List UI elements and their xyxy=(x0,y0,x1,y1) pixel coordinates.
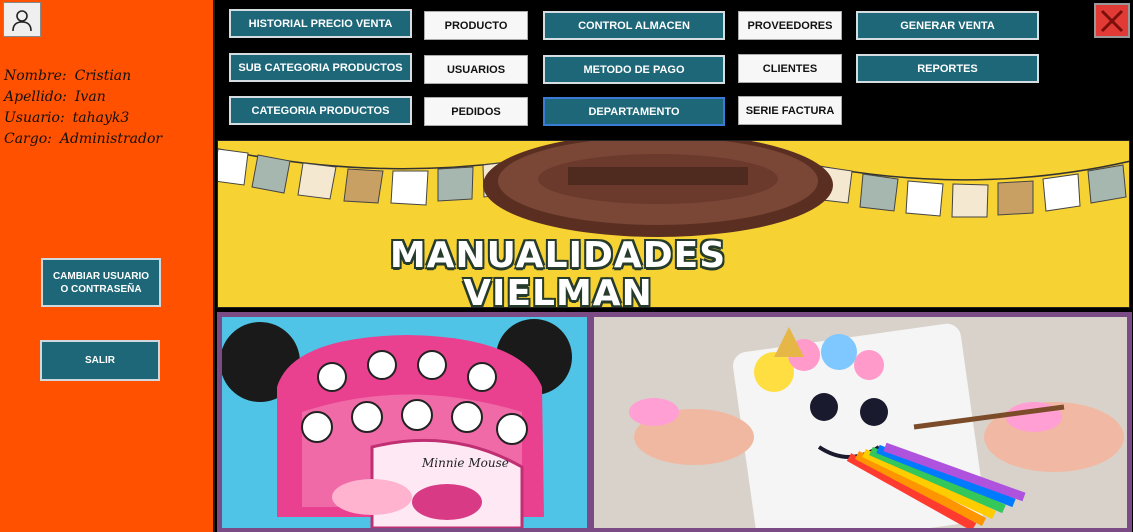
banner-title-line1: MANUALIDADES xyxy=(389,235,727,276)
banner-title: MANUALIDADES VIELMAN xyxy=(218,237,898,308)
lastname-value: Ivan xyxy=(74,89,106,105)
proveedores-button[interactable]: PROVEEDORES xyxy=(738,11,842,40)
user-name-row: Nombre: Cristian xyxy=(4,66,212,87)
user-lastname-row: Apellido: Ivan xyxy=(4,87,212,108)
avatar[interactable] xyxy=(3,2,41,37)
producto-button[interactable]: PRODUCTO xyxy=(424,11,528,40)
backpack-illustration: Minnie Mouse xyxy=(222,317,587,528)
lastname-label: Apellido: xyxy=(4,89,67,105)
generar-venta-button[interactable]: GENERAR VENTA xyxy=(856,11,1039,40)
unicorn-illustration xyxy=(594,317,1127,528)
banner-title-line2: VIELMAN xyxy=(463,273,653,308)
user-info: Nombre: Cristian Apellido: Ivan Usuario: ta… xyxy=(4,66,212,150)
role-value: Administrador xyxy=(59,131,163,147)
sidebar: Nombre: Cristian Apellido: Ivan Usuario: ta… xyxy=(0,0,215,532)
name-value: Cristian xyxy=(74,68,132,84)
departamento-button[interactable]: DEPARTAMENTO xyxy=(543,97,725,126)
username-value: tahayk3 xyxy=(72,110,130,126)
user-role-row: Cargo: Administrador xyxy=(4,129,212,150)
historial-precio-venta-button[interactable]: HISTORIAL PRECIO VENTA xyxy=(229,9,412,38)
minnie-mouse-text: Minnie Mouse xyxy=(421,456,509,470)
role-label: Cargo: xyxy=(4,131,52,147)
metodo-de-pago-button[interactable]: METODO DE PAGO xyxy=(543,55,725,84)
pedidos-button[interactable]: PEDIDOS xyxy=(424,97,528,126)
categoria-productos-button[interactable]: CATEGORIA PRODUCTOS xyxy=(229,96,412,125)
user-username-row: Usuario: tahayk3 xyxy=(4,108,212,129)
change-credentials-button[interactable]: CAMBIAR USUARIO O CONTRASEÑA xyxy=(41,258,161,307)
backpack-photo: Minnie Mouse xyxy=(222,317,587,528)
unicorn-photo xyxy=(594,317,1127,528)
user-icon xyxy=(12,9,32,31)
usuarios-button[interactable]: USUARIOS xyxy=(424,55,528,84)
clientes-button[interactable]: CLIENTES xyxy=(738,54,842,83)
reportes-button[interactable]: REPORTES xyxy=(856,54,1039,83)
close-icon xyxy=(1100,9,1124,32)
serie-factura-button[interactable]: SERIE FACTURA xyxy=(738,96,842,125)
username-label: Usuario: xyxy=(4,110,65,126)
logout-button[interactable]: SALIR xyxy=(40,340,160,381)
name-label: Nombre: xyxy=(4,68,67,84)
close-button[interactable] xyxy=(1094,3,1130,38)
control-almacen-button[interactable]: CONTROL ALMACEN xyxy=(543,11,725,40)
brand-banner: MANUALIDADES VIELMAN xyxy=(217,140,1130,308)
sub-categoria-productos-button[interactable]: SUB CATEGORIA PRODUCTOS xyxy=(229,53,412,82)
